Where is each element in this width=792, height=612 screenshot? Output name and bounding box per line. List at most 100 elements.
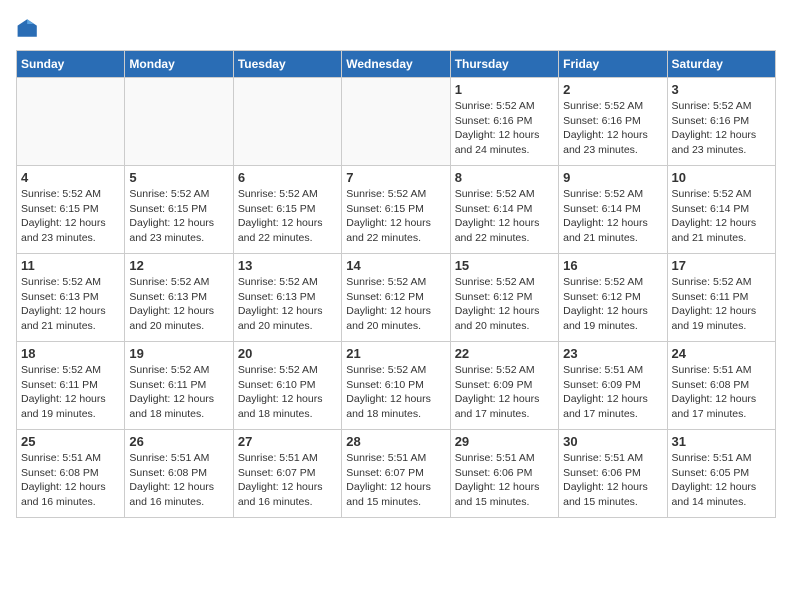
week-row: 25 Sunrise: 5:51 AM Sunset: 6:08 PM Dayli… — [17, 430, 776, 518]
day-info: Sunrise: 5:52 AM Sunset: 6:10 PM Dayligh… — [346, 363, 445, 422]
day-info: Sunrise: 5:52 AM Sunset: 6:11 PM Dayligh… — [21, 363, 120, 422]
day-info: Sunrise: 5:52 AM Sunset: 6:15 PM Dayligh… — [129, 187, 228, 246]
calendar-table: SundayMondayTuesdayWednesdayThursdayFrid… — [16, 50, 776, 518]
day-number: 24 — [672, 346, 771, 361]
calendar-cell: 12 Sunrise: 5:52 AM Sunset: 6:13 PM Dayli… — [125, 254, 233, 342]
day-number: 22 — [455, 346, 554, 361]
day-info: Sunrise: 5:51 AM Sunset: 6:07 PM Dayligh… — [346, 451, 445, 510]
logo-icon — [16, 16, 40, 40]
day-info: Sunrise: 5:51 AM Sunset: 6:08 PM Dayligh… — [129, 451, 228, 510]
day-info: Sunrise: 5:51 AM Sunset: 6:06 PM Dayligh… — [455, 451, 554, 510]
day-number: 14 — [346, 258, 445, 273]
day-number: 30 — [563, 434, 662, 449]
day-info: Sunrise: 5:52 AM Sunset: 6:09 PM Dayligh… — [455, 363, 554, 422]
weekday-header: Sunday — [17, 51, 125, 78]
weekday-header: Wednesday — [342, 51, 450, 78]
calendar-cell: 5 Sunrise: 5:52 AM Sunset: 6:15 PM Daylig… — [125, 166, 233, 254]
day-info: Sunrise: 5:51 AM Sunset: 6:09 PM Dayligh… — [563, 363, 662, 422]
day-info: Sunrise: 5:52 AM Sunset: 6:14 PM Dayligh… — [563, 187, 662, 246]
day-number: 11 — [21, 258, 120, 273]
day-info: Sunrise: 5:52 AM Sunset: 6:15 PM Dayligh… — [21, 187, 120, 246]
calendar-cell: 27 Sunrise: 5:51 AM Sunset: 6:07 PM Dayli… — [233, 430, 341, 518]
calendar-cell: 31Sunrise: 5:51 AM Sunset: 6:05 PM Dayli… — [667, 430, 775, 518]
calendar-cell: 22 Sunrise: 5:52 AM Sunset: 6:09 PM Dayli… — [450, 342, 558, 430]
weekday-header: Tuesday — [233, 51, 341, 78]
calendar-cell: 16Sunrise: 5:52 AM Sunset: 6:12 PM Dayli… — [559, 254, 667, 342]
day-info: Sunrise: 5:52 AM Sunset: 6:10 PM Dayligh… — [238, 363, 337, 422]
calendar-cell: 17 Sunrise: 5:52 AM Sunset: 6:11 PM Dayli… — [667, 254, 775, 342]
day-number: 8 — [455, 170, 554, 185]
calendar-cell: 30 Sunrise: 5:51 AM Sunset: 6:06 PM Dayli… — [559, 430, 667, 518]
day-number: 26 — [129, 434, 228, 449]
day-info: Sunrise: 5:52 AM Sunset: 6:11 PM Dayligh… — [672, 275, 771, 334]
calendar-cell: 23Sunrise: 5:51 AM Sunset: 6:09 PM Dayli… — [559, 342, 667, 430]
day-number: 19 — [129, 346, 228, 361]
calendar-cell: 14 Sunrise: 5:52 AM Sunset: 6:12 PM Dayli… — [342, 254, 450, 342]
calendar-cell: 7 Sunrise: 5:52 AM Sunset: 6:15 PM Daylig… — [342, 166, 450, 254]
calendar-cell: 9 Sunrise: 5:52 AM Sunset: 6:14 PM Daylig… — [559, 166, 667, 254]
calendar-cell — [233, 78, 341, 166]
calendar-cell: 3Sunrise: 5:52 AM Sunset: 6:16 PM Daylig… — [667, 78, 775, 166]
week-row: 18 Sunrise: 5:52 AM Sunset: 6:11 PM Dayli… — [17, 342, 776, 430]
day-info: Sunrise: 5:52 AM Sunset: 6:15 PM Dayligh… — [346, 187, 445, 246]
day-info: Sunrise: 5:51 AM Sunset: 6:08 PM Dayligh… — [21, 451, 120, 510]
page-header — [16, 16, 776, 40]
calendar-cell: 2Sunrise: 5:52 AM Sunset: 6:16 PM Daylig… — [559, 78, 667, 166]
calendar-cell: 19 Sunrise: 5:52 AM Sunset: 6:11 PM Dayli… — [125, 342, 233, 430]
day-info: Sunrise: 5:52 AM Sunset: 6:14 PM Dayligh… — [455, 187, 554, 246]
day-number: 9 — [563, 170, 662, 185]
calendar-cell: 18 Sunrise: 5:52 AM Sunset: 6:11 PM Dayli… — [17, 342, 125, 430]
day-number: 3 — [672, 82, 771, 97]
day-info: Sunrise: 5:52 AM Sunset: 6:12 PM Dayligh… — [346, 275, 445, 334]
day-number: 15 — [455, 258, 554, 273]
day-number: 17 — [672, 258, 771, 273]
weekday-header: Thursday — [450, 51, 558, 78]
day-number: 2 — [563, 82, 662, 97]
calendar-cell: 4 Sunrise: 5:52 AM Sunset: 6:15 PM Daylig… — [17, 166, 125, 254]
day-info: Sunrise: 5:51 AM Sunset: 6:08 PM Dayligh… — [672, 363, 771, 422]
weekday-header: Monday — [125, 51, 233, 78]
day-info: Sunrise: 5:52 AM Sunset: 6:13 PM Dayligh… — [21, 275, 120, 334]
week-row: 1 Sunrise: 5:52 AM Sunset: 6:16 PM Daylig… — [17, 78, 776, 166]
day-number: 31 — [672, 434, 771, 449]
day-number: 29 — [455, 434, 554, 449]
calendar-cell: 25 Sunrise: 5:51 AM Sunset: 6:08 PM Dayli… — [17, 430, 125, 518]
day-number: 28 — [346, 434, 445, 449]
day-number: 5 — [129, 170, 228, 185]
day-number: 7 — [346, 170, 445, 185]
calendar-cell: 11 Sunrise: 5:52 AM Sunset: 6:13 PM Dayli… — [17, 254, 125, 342]
logo — [16, 16, 44, 40]
calendar-cell — [342, 78, 450, 166]
day-info: Sunrise: 5:52 AM Sunset: 6:13 PM Dayligh… — [129, 275, 228, 334]
day-info: Sunrise: 5:52 AM Sunset: 6:11 PM Dayligh… — [129, 363, 228, 422]
day-info: Sunrise: 5:52 AM Sunset: 6:13 PM Dayligh… — [238, 275, 337, 334]
week-row: 4 Sunrise: 5:52 AM Sunset: 6:15 PM Daylig… — [17, 166, 776, 254]
calendar-cell: 28 Sunrise: 5:51 AM Sunset: 6:07 PM Dayli… — [342, 430, 450, 518]
calendar-cell: 13Sunrise: 5:52 AM Sunset: 6:13 PM Dayli… — [233, 254, 341, 342]
day-number: 10 — [672, 170, 771, 185]
week-row: 11 Sunrise: 5:52 AM Sunset: 6:13 PM Dayli… — [17, 254, 776, 342]
day-number: 21 — [346, 346, 445, 361]
day-info: Sunrise: 5:52 AM Sunset: 6:15 PM Dayligh… — [238, 187, 337, 246]
calendar-cell: 29 Sunrise: 5:51 AM Sunset: 6:06 PM Dayli… — [450, 430, 558, 518]
day-number: 18 — [21, 346, 120, 361]
weekday-header-row: SundayMondayTuesdayWednesdayThursdayFrid… — [17, 51, 776, 78]
day-info: Sunrise: 5:51 AM Sunset: 6:06 PM Dayligh… — [563, 451, 662, 510]
day-number: 27 — [238, 434, 337, 449]
day-number: 16 — [563, 258, 662, 273]
day-info: Sunrise: 5:52 AM Sunset: 6:16 PM Dayligh… — [455, 99, 554, 158]
calendar-cell — [125, 78, 233, 166]
day-info: Sunrise: 5:51 AM Sunset: 6:07 PM Dayligh… — [238, 451, 337, 510]
weekday-header: Saturday — [667, 51, 775, 78]
calendar-cell: 6Sunrise: 5:52 AM Sunset: 6:15 PM Daylig… — [233, 166, 341, 254]
day-number: 1 — [455, 82, 554, 97]
day-info: Sunrise: 5:52 AM Sunset: 6:12 PM Dayligh… — [455, 275, 554, 334]
day-number: 4 — [21, 170, 120, 185]
calendar-cell: 10Sunrise: 5:52 AM Sunset: 6:14 PM Dayli… — [667, 166, 775, 254]
day-number: 12 — [129, 258, 228, 273]
calendar-cell — [17, 78, 125, 166]
weekday-header: Friday — [559, 51, 667, 78]
day-number: 25 — [21, 434, 120, 449]
calendar-cell: 26 Sunrise: 5:51 AM Sunset: 6:08 PM Dayli… — [125, 430, 233, 518]
calendar-cell: 15 Sunrise: 5:52 AM Sunset: 6:12 PM Dayli… — [450, 254, 558, 342]
